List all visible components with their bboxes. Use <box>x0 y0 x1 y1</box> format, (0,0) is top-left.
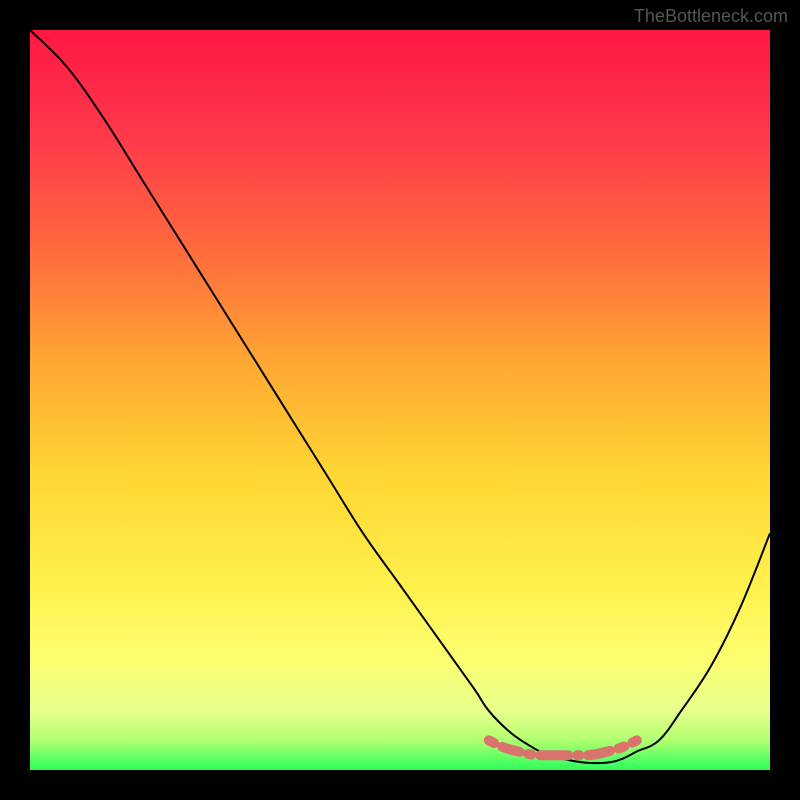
gradient-background <box>30 30 770 770</box>
watermark-text: TheBottleneck.com <box>634 6 788 27</box>
plot-area <box>30 30 770 770</box>
chart-container: TheBottleneck.com <box>0 0 800 800</box>
chart-svg <box>30 30 770 770</box>
